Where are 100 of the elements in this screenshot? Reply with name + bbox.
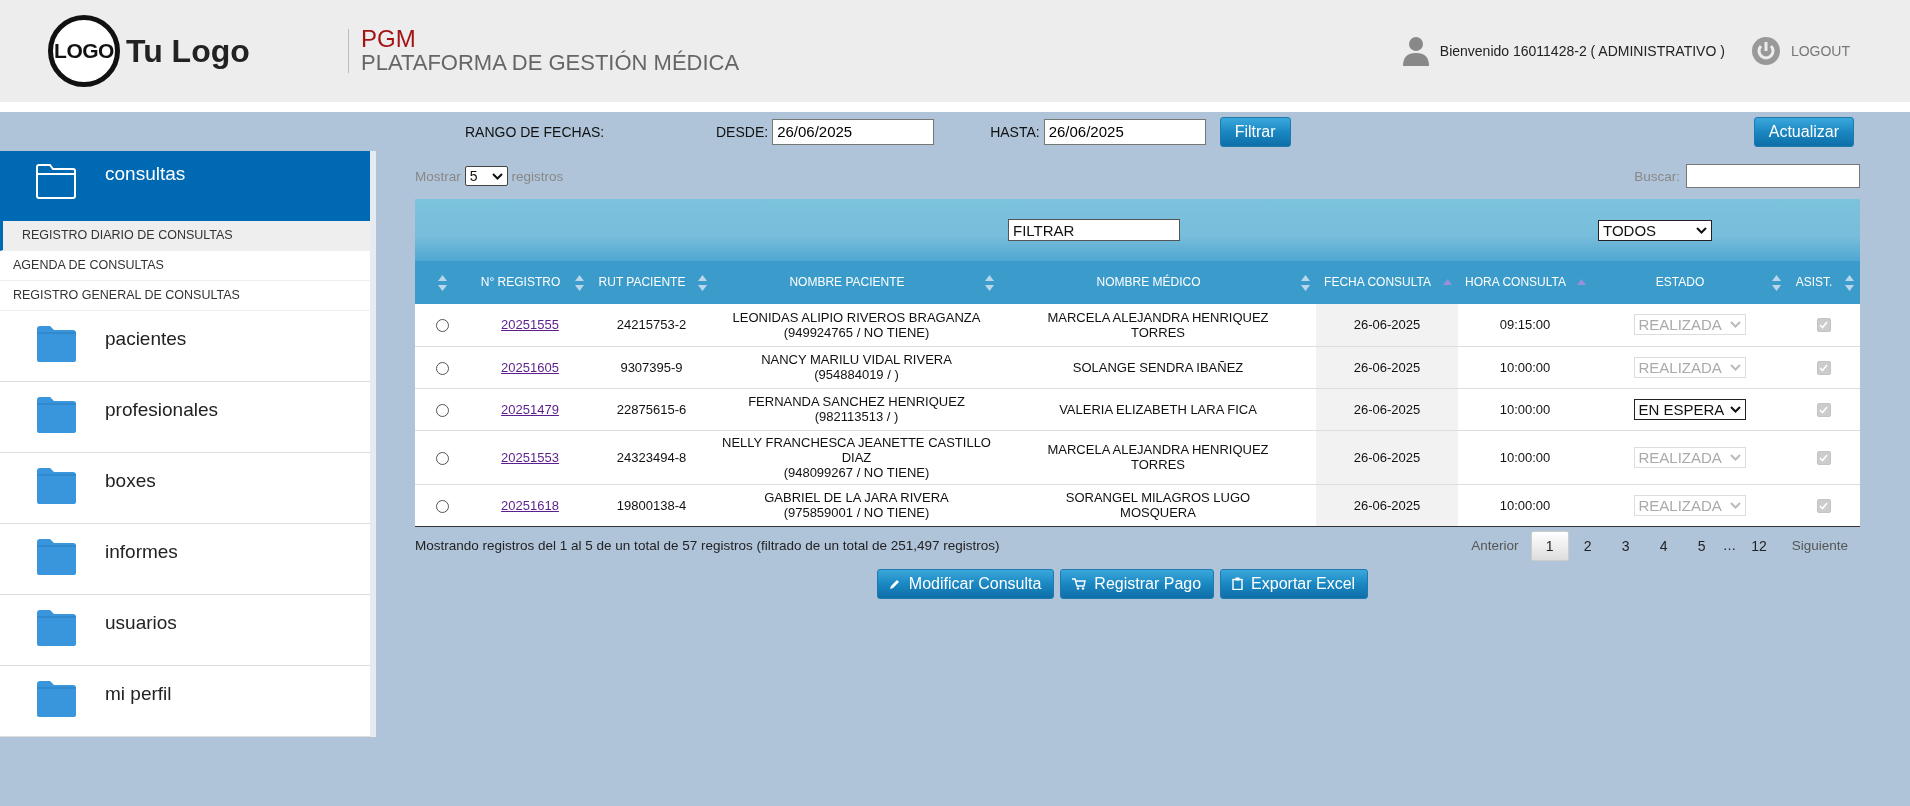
table-cell: 10:00:00 xyxy=(1499,497,1551,513)
row-radio[interactable] xyxy=(436,361,449,375)
search-label: Buscar: xyxy=(1634,168,1680,184)
attendance-checkbox[interactable] xyxy=(1816,402,1831,417)
nav-item[interactable]: consultas xyxy=(0,151,370,221)
row-radio[interactable] xyxy=(436,499,449,513)
patient-phone: (948099267 / NO TIENE) xyxy=(782,464,931,480)
date-range-label: RANGO DE FECHAS: xyxy=(465,123,606,140)
nav-item[interactable]: informes xyxy=(0,524,370,595)
page-link[interactable]: 12 xyxy=(1738,530,1780,561)
table-cell: 19800138-4 xyxy=(616,497,687,513)
table-cell: 10:00:00 xyxy=(1499,359,1551,375)
show-label: Mostrar xyxy=(415,168,461,184)
page-link[interactable]: 2 xyxy=(1568,530,1607,561)
from-date-field[interactable]: 26/06/2025 xyxy=(772,118,935,145)
action-button[interactable]: Registrar Pago xyxy=(1060,568,1215,599)
power-icon[interactable] xyxy=(1750,36,1781,66)
sort-icon[interactable] xyxy=(438,274,447,291)
status-select[interactable]: EN ESPERA xyxy=(1633,398,1746,420)
table-cell: 26-06-2025 xyxy=(1353,359,1421,375)
sort-icon[interactable] xyxy=(698,274,707,291)
nav-subitem[interactable]: AGENDA DE CONSULTAS xyxy=(0,251,370,281)
action-button[interactable]: Exportar Excel xyxy=(1220,568,1369,599)
to-date-field[interactable]: 26/06/2025 xyxy=(1043,118,1206,145)
folder-icon xyxy=(35,325,77,363)
record-link[interactable]: 20251605 xyxy=(501,359,559,375)
nav-subitem[interactable]: REGISTRO GENERAL DE CONSULTAS xyxy=(0,281,370,311)
sort-icon[interactable] xyxy=(985,274,994,291)
row-radio[interactable] xyxy=(436,451,449,465)
nav-item[interactable]: mi perfil xyxy=(0,666,370,737)
nav-item[interactable]: boxes xyxy=(0,453,370,524)
nav-item[interactable]: usuarios xyxy=(0,595,370,666)
patient-phone: (982113513 / ) xyxy=(813,409,900,424)
patient-phone: (949924765 / NO TIENE) xyxy=(782,324,931,340)
page-size-select[interactable]: 5 xyxy=(464,166,508,186)
previous-page-link[interactable]: Anterior xyxy=(1459,532,1531,559)
patient-phone: (975859001 / NO TIENE) xyxy=(782,505,931,520)
sort-icon[interactable] xyxy=(1301,274,1310,291)
sort-icon[interactable] xyxy=(1443,278,1452,287)
page-link[interactable]: 5 xyxy=(1682,530,1721,561)
attendance-checkbox[interactable] xyxy=(1816,360,1831,375)
folder-icon xyxy=(35,680,77,718)
attendance-checkbox[interactable] xyxy=(1816,318,1831,333)
sort-icon[interactable] xyxy=(575,274,584,291)
table-info-text: Mostrando registros del 1 al 5 de un total de 57 registros (filtrado de un total de 251,497 registros) xyxy=(415,538,1000,553)
show-suffix: registros xyxy=(511,168,564,184)
from-label: DESDE: xyxy=(716,123,769,140)
record-link[interactable]: 20251618 xyxy=(501,497,559,513)
caret-icon xyxy=(1729,405,1741,413)
caret-icon xyxy=(491,172,503,180)
patient-phone: (954884019 / ) xyxy=(813,367,900,382)
record-link[interactable]: 20251553 xyxy=(501,449,559,465)
caret-icon xyxy=(1729,363,1741,371)
doctor-filter-field[interactable]: FILTRAR xyxy=(1008,219,1180,241)
table-cell: 22875615-6 xyxy=(616,401,687,417)
table-cell: 09:15:00 xyxy=(1499,317,1551,333)
nav-item[interactable]: profesionales xyxy=(0,382,370,453)
table-cell: 10:00:00 xyxy=(1499,401,1551,417)
table-cell: 24215753-2 xyxy=(616,317,687,333)
sort-icon[interactable] xyxy=(1845,274,1854,291)
nav-item[interactable]: pacientes xyxy=(0,311,370,382)
page-link[interactable]: 3 xyxy=(1606,530,1645,561)
logo-text: Tu Logo xyxy=(126,32,250,70)
patient-name: GABRIEL DE LA JARA RIVERA xyxy=(763,490,950,505)
folder-icon xyxy=(35,538,77,576)
folder-icon xyxy=(35,467,77,505)
row-radio[interactable] xyxy=(436,403,449,417)
page-link[interactable]: 4 xyxy=(1644,530,1683,561)
table-cell-text: MARCELA ALEJANDRA HENRIQUEZ TORRES xyxy=(1046,309,1270,340)
sort-icon[interactable] xyxy=(1577,278,1586,287)
caret-icon xyxy=(1729,501,1741,509)
attendance-checkbox[interactable] xyxy=(1816,450,1831,465)
record-link[interactable]: 20251479 xyxy=(501,401,559,417)
folder-icon xyxy=(35,163,77,199)
table-cell-text: MARCELA ALEJANDRA HENRIQUEZ TORRES xyxy=(1046,442,1270,472)
folder-icon xyxy=(35,396,77,434)
attendance-checkbox[interactable] xyxy=(1816,498,1831,513)
next-page-link[interactable]: Siguiente xyxy=(1779,532,1860,559)
nav-subitem[interactable]: REGISTRO DIARIO DE CONSULTAS xyxy=(0,221,370,251)
search-field[interactable] xyxy=(1686,164,1860,188)
refresh-button[interactable]: Actualizar xyxy=(1753,116,1854,147)
table-cell: 26-06-2025 xyxy=(1353,401,1421,417)
patient-name: LEONIDAS ALIPIO RIVEROS BRAGANZA xyxy=(731,309,982,325)
table-cell: 26-06-2025 xyxy=(1353,317,1421,333)
logo-mark: LOGO xyxy=(48,15,120,87)
table-cell: 9307395-9 xyxy=(620,359,683,375)
row-radio[interactable] xyxy=(436,319,449,333)
folder-icon xyxy=(35,609,77,647)
app-code: PGM xyxy=(361,27,417,51)
app-name: PLATAFORMA DE GESTIÓN MÉDICA xyxy=(361,51,740,75)
page-link[interactable]: 1 xyxy=(1530,530,1569,561)
action-button[interactable]: Modificar Consulta xyxy=(876,568,1055,599)
status-filter-select[interactable]: TODOS xyxy=(1598,219,1712,241)
sort-icon[interactable] xyxy=(1772,274,1781,291)
table-cell-text: SORANGEL MILAGROS LUGO MOSQUERA xyxy=(1064,490,1252,520)
record-link[interactable]: 20251555 xyxy=(501,317,559,333)
clipboard-icon xyxy=(1232,577,1244,590)
table-cell: VALERIA ELIZABETH LARA FICA xyxy=(1059,401,1257,417)
filter-button[interactable]: Filtrar xyxy=(1219,116,1291,147)
logout-link[interactable]: LOGOUT xyxy=(1790,43,1850,59)
